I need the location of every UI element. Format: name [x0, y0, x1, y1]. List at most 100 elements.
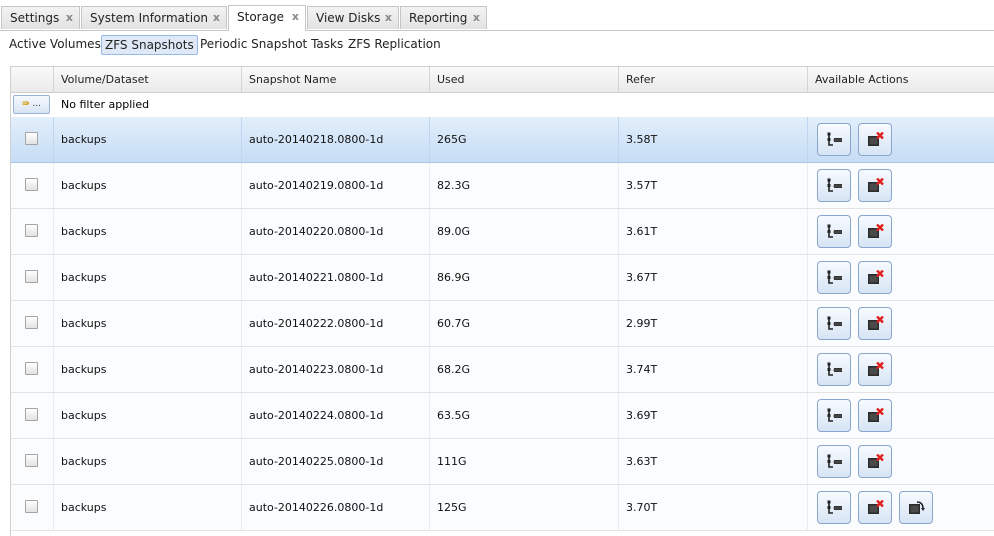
clone-button[interactable]: [817, 215, 851, 248]
row-select-cell: [11, 439, 53, 484]
volume-cell: backups: [53, 301, 241, 346]
tab-label: Settings: [10, 11, 60, 25]
row-checkbox[interactable]: [25, 362, 38, 375]
storage-subtabs: Active Volumes ZFS Snapshots Periodic Sn…: [0, 31, 994, 56]
clone-button[interactable]: [817, 399, 851, 432]
clone-button[interactable]: [817, 445, 851, 478]
header-volume-dataset[interactable]: Volume/Dataset: [53, 67, 241, 92]
clone-button[interactable]: [817, 491, 851, 524]
filter-status: No filter applied: [61, 98, 150, 111]
volume-cell: backups: [53, 393, 241, 438]
used-cell: 82.3G: [429, 163, 618, 208]
row-checkbox[interactable]: [25, 408, 38, 421]
close-icon[interactable]: x: [292, 6, 299, 28]
table-row[interactable]: backups auto-20140225.0800-1d 111G 3.63T: [11, 439, 994, 485]
table-row[interactable]: backups auto-20140222.0800-1d 60.7G 2.99…: [11, 301, 994, 347]
subtab-zfs-replication[interactable]: ZFS Replication: [345, 35, 444, 55]
row-checkbox[interactable]: [25, 224, 38, 237]
row-checkbox[interactable]: [25, 316, 38, 329]
row-select-cell: [11, 485, 53, 530]
actions-cell: [807, 163, 994, 208]
volume-cell: backups: [53, 117, 241, 162]
delete-button[interactable]: [858, 491, 892, 524]
subtab-active-volumes[interactable]: Active Volumes: [6, 35, 104, 55]
refer-cell: 2.99T: [618, 301, 807, 346]
volume-cell: backups: [53, 255, 241, 300]
volume-cell: backups: [53, 439, 241, 484]
snapshot-name-cell: auto-20140225.0800-1d: [241, 439, 429, 484]
delete-button[interactable]: [858, 261, 892, 294]
actions-cell: [807, 393, 994, 438]
filter-button-label: ...: [32, 99, 41, 109]
row-checkbox[interactable]: [25, 178, 38, 191]
table-row[interactable]: backups auto-20140218.0800-1d 265G 3.58T: [11, 117, 994, 163]
delete-button[interactable]: [858, 307, 892, 340]
delete-button[interactable]: [858, 399, 892, 432]
tab-settings[interactable]: Settings x: [1, 6, 80, 29]
delete-button[interactable]: [858, 445, 892, 478]
row-checkbox[interactable]: [25, 500, 38, 513]
header-refer[interactable]: Refer: [618, 67, 807, 92]
snapshots-grid: Volume/Dataset Snapshot Name Used Refer …: [10, 66, 994, 536]
close-icon[interactable]: x: [213, 7, 220, 29]
close-icon[interactable]: x: [66, 7, 73, 29]
volume-cell: backups: [53, 163, 241, 208]
row-checkbox[interactable]: [25, 454, 38, 467]
refer-cell: 3.63T: [618, 439, 807, 484]
refer-cell: 3.67T: [618, 255, 807, 300]
row-checkbox[interactable]: [25, 270, 38, 283]
close-icon[interactable]: x: [385, 7, 392, 29]
row-select-cell: [11, 117, 53, 162]
used-cell: 68.2G: [429, 347, 618, 392]
tab-system-information[interactable]: System Information x: [81, 6, 227, 29]
table-row[interactable]: backups auto-20140219.0800-1d 82.3G 3.57…: [11, 163, 994, 209]
tab-reporting[interactable]: Reporting x: [400, 6, 487, 29]
close-icon[interactable]: x: [473, 7, 480, 29]
header-snapshot-name[interactable]: Snapshot Name: [241, 67, 429, 92]
row-select-cell: [11, 209, 53, 254]
row-select-cell: [11, 301, 53, 346]
delete-button[interactable]: [858, 215, 892, 248]
tab-label: View Disks: [316, 11, 381, 25]
snapshot-name-cell: auto-20140218.0800-1d: [241, 117, 429, 162]
delete-button[interactable]: [858, 169, 892, 202]
used-cell: 89.0G: [429, 209, 618, 254]
used-cell: 86.9G: [429, 255, 618, 300]
header-used[interactable]: Used: [429, 67, 618, 92]
clone-button[interactable]: [817, 307, 851, 340]
table-row[interactable]: backups auto-20140220.0800-1d 89.0G 3.61…: [11, 209, 994, 255]
filter-row: ⇛ ... No filter applied: [11, 93, 994, 118]
filter-button[interactable]: ⇛ ...: [13, 95, 50, 114]
delete-button[interactable]: [858, 353, 892, 386]
table-row[interactable]: backups auto-20140224.0800-1d 63.5G 3.69…: [11, 393, 994, 439]
clone-button[interactable]: [817, 123, 851, 156]
snapshot-name-cell: auto-20140220.0800-1d: [241, 209, 429, 254]
used-cell: 63.5G: [429, 393, 618, 438]
subtab-periodic-snapshot-tasks[interactable]: Periodic Snapshot Tasks: [197, 35, 346, 55]
clone-button[interactable]: [817, 261, 851, 294]
clone-button[interactable]: [817, 353, 851, 386]
refer-cell: 3.74T: [618, 347, 807, 392]
actions-cell: [807, 209, 994, 254]
refer-cell: 3.58T: [618, 117, 807, 162]
header-checkbox-column[interactable]: [11, 67, 53, 92]
refer-cell: 3.57T: [618, 163, 807, 208]
table-row[interactable]: backups auto-20140226.0800-1d 125G 3.70T: [11, 485, 994, 531]
subtab-zfs-snapshots[interactable]: ZFS Snapshots: [101, 35, 198, 55]
rollback-button[interactable]: [899, 491, 933, 524]
snapshot-name-cell: auto-20140221.0800-1d: [241, 255, 429, 300]
header-available-actions[interactable]: Available Actions: [807, 67, 994, 92]
tab-storage[interactable]: Storage x: [228, 5, 306, 31]
row-checkbox[interactable]: [25, 132, 38, 145]
actions-cell: [807, 485, 994, 530]
volume-cell: backups: [53, 347, 241, 392]
clone-button[interactable]: [817, 169, 851, 202]
tab-label: System Information: [90, 11, 209, 25]
row-select-cell: [11, 393, 53, 438]
snapshot-name-cell: auto-20140223.0800-1d: [241, 347, 429, 392]
table-row[interactable]: backups auto-20140221.0800-1d 86.9G 3.67…: [11, 255, 994, 301]
actions-cell: [807, 117, 994, 162]
delete-button[interactable]: [858, 123, 892, 156]
table-row[interactable]: backups auto-20140223.0800-1d 68.2G 3.74…: [11, 347, 994, 393]
tab-view-disks[interactable]: View Disks x: [307, 6, 399, 29]
